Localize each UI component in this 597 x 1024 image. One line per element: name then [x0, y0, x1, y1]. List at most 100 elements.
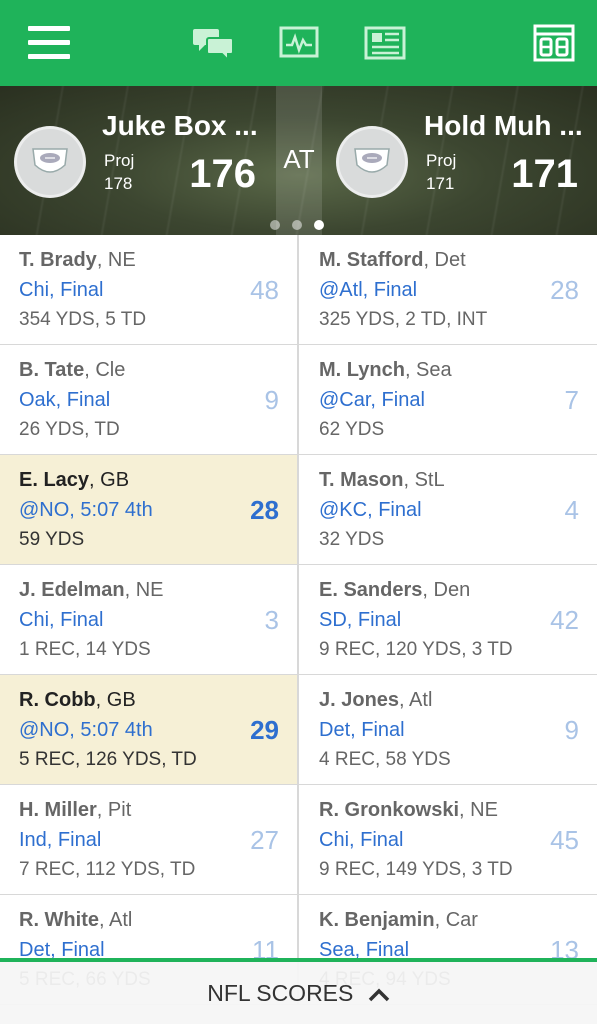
away-team[interactable]: Hold Muh ... Proj 171 171 — [322, 86, 597, 235]
player-points: 48 — [250, 275, 279, 305]
game-status[interactable]: Chi, Final — [19, 279, 103, 302]
player-stats: 9 REC, 120 YDS, 3 TD — [319, 639, 513, 660]
player-points: 9 — [264, 385, 279, 415]
player-cell[interactable]: H. Miller, Pit Ind, Final 7 REC, 112 YDS, … — [0, 785, 299, 895]
player-team: , GB — [89, 469, 130, 491]
player-name: K. Benjamin — [319, 909, 435, 931]
game-status[interactable]: Ind, Final — [19, 829, 101, 852]
player-points: 7 — [564, 385, 579, 415]
player-cell[interactable]: E. Sanders, Den SD, Final 9 REC, 120 YDS, … — [299, 565, 597, 675]
game-status[interactable]: Det, Final — [319, 719, 405, 742]
game-status[interactable]: Chi, Final — [319, 829, 403, 852]
player-team: , NE — [124, 579, 164, 601]
player-cell[interactable]: M. Stafford, Det @Atl, Final 325 YDS, 2 TD… — [299, 235, 597, 345]
player-name: E. Lacy — [19, 469, 90, 491]
player-stats: 59 YDS — [19, 529, 85, 550]
game-status[interactable]: @NO, 5:07 4th — [19, 499, 153, 522]
player-name: H. Miller — [19, 799, 97, 821]
player-stats: 354 YDS, 5 TD — [19, 309, 147, 330]
home-team[interactable]: Juke Box ... Proj 178 176 — [0, 86, 276, 235]
player-team: , Cle — [84, 359, 126, 381]
player-points: 9 — [564, 715, 579, 745]
player-team: , Sea — [404, 359, 452, 381]
player-cell[interactable]: B. Tate, Cle Oak, Final 26 YDS, TD 9 — [0, 345, 299, 455]
nfl-scores-bar[interactable]: NFL SCORES — [0, 958, 597, 1024]
football-shield-icon — [32, 148, 68, 173]
game-status[interactable]: Chi, Final — [19, 609, 103, 632]
nfl-scores-text: NFL SCORES — [207, 980, 354, 1006]
player-name-line: R. White, Atl — [19, 909, 132, 932]
player-team: , StL — [403, 469, 445, 491]
player-cell[interactable]: E. Lacy, GB @NO, 5:07 4th 59 YDS 28 — [0, 455, 299, 565]
team-name: Juke Box ... — [102, 110, 258, 141]
chat-icon[interactable] — [193, 26, 235, 62]
player-points: 28 — [550, 275, 579, 305]
player-name: T. Brady — [19, 249, 97, 271]
page-dot[interactable] — [314, 220, 324, 230]
team-score: 176 — [189, 152, 256, 196]
player-name: M. Stafford — [319, 249, 424, 271]
team-logo — [336, 126, 408, 198]
player-cell[interactable]: R. Cobb, GB @NO, 5:07 4th 5 REC, 126 YDS, … — [0, 675, 299, 785]
news-icon[interactable] — [364, 26, 406, 60]
at-label: AT — [283, 144, 315, 174]
player-cell[interactable]: T. Brady, NE Chi, Final 354 YDS, 5 TD 48 — [0, 235, 299, 345]
scoreboard-icon[interactable] — [533, 24, 575, 62]
page-dot[interactable] — [270, 220, 280, 230]
player-cell[interactable]: J. Edelman, NE Chi, Final 1 REC, 14 YDS 3 — [0, 565, 299, 675]
team-logo — [14, 126, 86, 198]
player-name-line: T. Brady, NE — [19, 249, 136, 272]
activity-icon[interactable] — [279, 26, 319, 60]
proj-value: 178 — [104, 174, 133, 193]
proj-value: 171 — [426, 174, 455, 193]
player-name-line: E. Sanders, Den — [319, 579, 470, 602]
game-status[interactable]: @Atl, Final — [319, 279, 417, 302]
player-team: , Car — [434, 909, 478, 931]
player-team: , Den — [422, 579, 471, 601]
player-name-line: B. Tate, Cle — [19, 359, 125, 382]
player-stats: 26 YDS, TD — [19, 419, 120, 440]
player-name: M. Lynch — [319, 359, 405, 381]
player-name: T. Mason — [319, 469, 404, 491]
game-status[interactable]: @NO, 5:07 4th — [19, 719, 153, 742]
player-team: , Atl — [99, 909, 133, 931]
player-name-line: J. Edelman, NE — [19, 579, 164, 602]
matchup-header[interactable]: AT Juke Box ... Proj 178 176 Hold Muh ..… — [0, 86, 597, 235]
player-name-line: J. Jones, Atl — [319, 689, 432, 712]
player-team: , NE — [96, 249, 136, 271]
player-cell[interactable]: T. Mason, StL @KC, Final 32 YDS 4 — [299, 455, 597, 565]
proj-label: Proj — [104, 151, 135, 170]
player-stats: 9 REC, 149 YDS, 3 TD — [319, 859, 513, 880]
chevron-up-icon — [368, 988, 389, 1002]
player-name: J. Edelman — [19, 579, 125, 601]
player-name: R. Gronkowski — [319, 799, 460, 821]
game-status[interactable]: @KC, Final — [319, 499, 422, 522]
player-stats: 325 YDS, 2 TD, INT — [319, 309, 488, 330]
player-name-line: K. Benjamin, Car — [319, 909, 478, 932]
player-matchup-grid: T. Brady, NE Chi, Final 354 YDS, 5 TD 48 M. … — [0, 235, 597, 1005]
player-cell[interactable]: M. Lynch, Sea @Car, Final 62 YDS 7 — [299, 345, 597, 455]
player-name-line: H. Miller, Pit — [19, 799, 131, 822]
game-status[interactable]: SD, Final — [319, 609, 401, 632]
player-stats: 32 YDS — [319, 529, 385, 550]
team-score: 171 — [511, 152, 578, 196]
player-team: , Det — [423, 249, 466, 271]
player-name-line: T. Mason, StL — [319, 469, 445, 492]
game-status[interactable]: Oak, Final — [19, 389, 110, 412]
player-name: E. Sanders — [319, 579, 423, 601]
player-cell[interactable]: J. Jones, Atl Det, Final 4 REC, 58 YDS 9 — [299, 675, 597, 785]
player-stats: 4 REC, 58 YDS — [319, 749, 451, 770]
page-dot[interactable] — [292, 220, 302, 230]
player-points: 27 — [250, 825, 279, 855]
proj-label: Proj — [426, 151, 457, 170]
player-points: 45 — [550, 825, 579, 855]
game-status[interactable]: @Car, Final — [319, 389, 425, 412]
player-name-line: M. Stafford, Det — [319, 249, 466, 272]
player-name-line: M. Lynch, Sea — [319, 359, 452, 382]
player-points: 3 — [264, 605, 279, 635]
player-name: R. White — [19, 909, 99, 931]
nfl-scores-label: NFL SCORES — [0, 980, 597, 1007]
player-cell[interactable]: R. Gronkowski, NE Chi, Final 9 REC, 149 YD… — [299, 785, 597, 895]
player-name: B. Tate — [19, 359, 85, 381]
menu-icon[interactable] — [28, 26, 70, 60]
